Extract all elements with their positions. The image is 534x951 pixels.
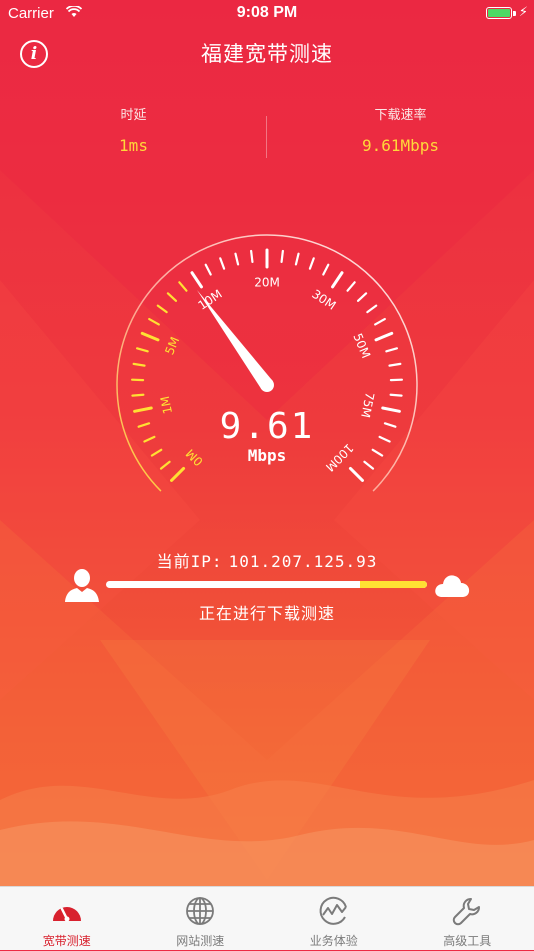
gauge-minor-tick — [386, 348, 397, 351]
tab-bar: 宽带测速 网站测速 业务体验 高级工具 — [0, 886, 534, 950]
gauge-minor-tick — [391, 395, 402, 396]
download-label: 下载速率 — [267, 104, 534, 123]
speedometer-icon — [51, 895, 83, 927]
latency-stat: 时延 1ms — [0, 104, 267, 155]
gauge-minor-tick — [206, 265, 211, 275]
gauge-minor-tick — [220, 258, 224, 268]
gauge-minor-tick — [179, 282, 186, 290]
tab-label: 宽带测速 — [0, 932, 134, 949]
user-icon — [64, 567, 100, 603]
ip-label: 当前IP: — [157, 552, 223, 571]
gauge-minor-tick — [149, 319, 159, 324]
gauge-minor-tick — [251, 251, 252, 262]
gauge-minor-tick — [348, 282, 355, 290]
gauge-minor-tick — [137, 348, 148, 351]
status-time: 9:08 PM — [0, 4, 534, 22]
gauge-minor-tick — [168, 293, 176, 300]
cloud-icon — [433, 572, 471, 598]
gauge-needle — [197, 290, 273, 389]
gauge-minor-tick — [158, 306, 167, 312]
gauge-major-tick — [172, 468, 184, 480]
gauge-major-tick — [333, 273, 342, 287]
gauge-tick-label: 5M — [162, 335, 182, 357]
page-title: 福建宽带测速 — [0, 38, 534, 68]
gauge-minor-tick — [132, 395, 143, 396]
gauge-minor-tick — [389, 364, 400, 366]
gauge-major-tick — [350, 468, 362, 480]
gauge-minor-tick — [296, 254, 299, 265]
activity-icon — [318, 895, 350, 927]
gauge-tick-label: 30M — [309, 287, 338, 313]
progress-remaining — [360, 581, 427, 588]
status-bar: Carrier 9:08 PM ⚡ — [0, 0, 534, 28]
stats-panel: 时延 1ms 下载速率 9.61Mbps — [0, 104, 534, 164]
gauge-tick-label: 50M — [350, 331, 373, 360]
tab-website-speed[interactable]: 网站测速 — [134, 887, 268, 951]
battery-icon — [486, 7, 512, 19]
latency-label: 时延 — [0, 104, 267, 123]
download-progress-bar — [106, 581, 427, 588]
tab-broadband-speed[interactable]: 宽带测速 — [0, 887, 134, 951]
latency-value: 1ms — [0, 136, 267, 155]
gauge-needle-hub — [260, 378, 274, 392]
speed-unit: Mbps — [0, 446, 534, 465]
battery-nub — [513, 11, 516, 16]
tab-advanced-tools[interactable]: 高级工具 — [401, 887, 534, 951]
navigation-bar: i 福建宽带测速 — [0, 28, 534, 80]
wrench-icon — [451, 895, 483, 927]
gauge-tick-label: 20M — [254, 276, 280, 290]
gauge-minor-tick — [323, 265, 328, 275]
test-status: 正在进行下载测速 — [0, 600, 534, 624]
tab-service-experience[interactable]: 业务体验 — [267, 887, 401, 951]
globe-icon — [184, 895, 216, 927]
download-value: 9.61Mbps — [267, 136, 534, 155]
tab-label: 高级工具 — [401, 932, 534, 949]
tab-label: 网站测速 — [134, 932, 268, 949]
speed-value: 9.61 — [0, 406, 534, 447]
gauge-minor-tick — [367, 306, 376, 312]
gauge-minor-tick — [235, 254, 238, 265]
gauge-major-tick — [142, 333, 158, 340]
gauge-major-tick — [192, 273, 201, 287]
gauge-minor-tick — [375, 319, 385, 324]
ip-value: 101.207.125.93 — [229, 552, 378, 571]
download-stat: 下载速率 9.61Mbps — [267, 104, 534, 155]
charging-icon: ⚡ — [519, 5, 528, 20]
gauge-minor-tick — [358, 293, 366, 300]
gauge-minor-tick — [282, 251, 283, 262]
gauge-major-tick — [376, 333, 392, 340]
gauge-minor-tick — [310, 258, 314, 268]
gauge-minor-tick — [134, 364, 145, 366]
tab-label: 业务体验 — [267, 932, 401, 949]
